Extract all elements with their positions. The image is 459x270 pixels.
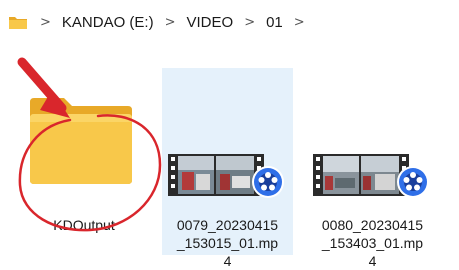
video-player-icon bbox=[252, 166, 284, 198]
folder-icon bbox=[28, 96, 134, 186]
chevron-right-icon[interactable]: > bbox=[294, 16, 305, 29]
video-thumbnail bbox=[168, 154, 286, 200]
video-item-0079[interactable]: 0079_20230415 _153015_01.mp 4 bbox=[162, 68, 293, 269]
video-item-0080[interactable]: 0080_20230415 _153403_01.mp 4 bbox=[307, 68, 438, 269]
file-list: KDOutput 0079_20230415 _153015_01.mp 4 0… bbox=[0, 44, 459, 269]
file-name-line: _153403_01.mp bbox=[321, 235, 424, 251]
chevron-right-icon[interactable]: > bbox=[244, 16, 255, 29]
breadcrumb-drive[interactable]: KANDAO (E:) bbox=[62, 15, 154, 30]
breadcrumb-01[interactable]: 01 bbox=[266, 15, 283, 30]
file-name-label: 0080_20230415 _153403_01.mp 4 bbox=[307, 216, 438, 270]
file-name-label: KDOutput bbox=[53, 217, 115, 233]
file-name-label: 0079_20230415 _153015_01.mp 4 bbox=[162, 216, 293, 270]
file-name-line: 0080_20230415 bbox=[321, 217, 424, 233]
video-thumbnail bbox=[313, 154, 431, 200]
chevron-right-icon[interactable]: > bbox=[165, 16, 176, 29]
folder-icon bbox=[8, 14, 28, 30]
chevron-right-icon[interactable]: > bbox=[40, 16, 51, 29]
breadcrumb-video[interactable]: VIDEO bbox=[187, 15, 234, 30]
video-player-icon bbox=[397, 166, 429, 198]
folder-item-kdoutput[interactable]: KDOutput bbox=[14, 68, 154, 255]
file-name-line: _153015_01.mp bbox=[176, 235, 279, 251]
file-name-line: 0079_20230415 bbox=[176, 217, 279, 233]
address-bar[interactable]: > KANDAO (E:) > VIDEO > 01 > bbox=[0, 0, 459, 44]
